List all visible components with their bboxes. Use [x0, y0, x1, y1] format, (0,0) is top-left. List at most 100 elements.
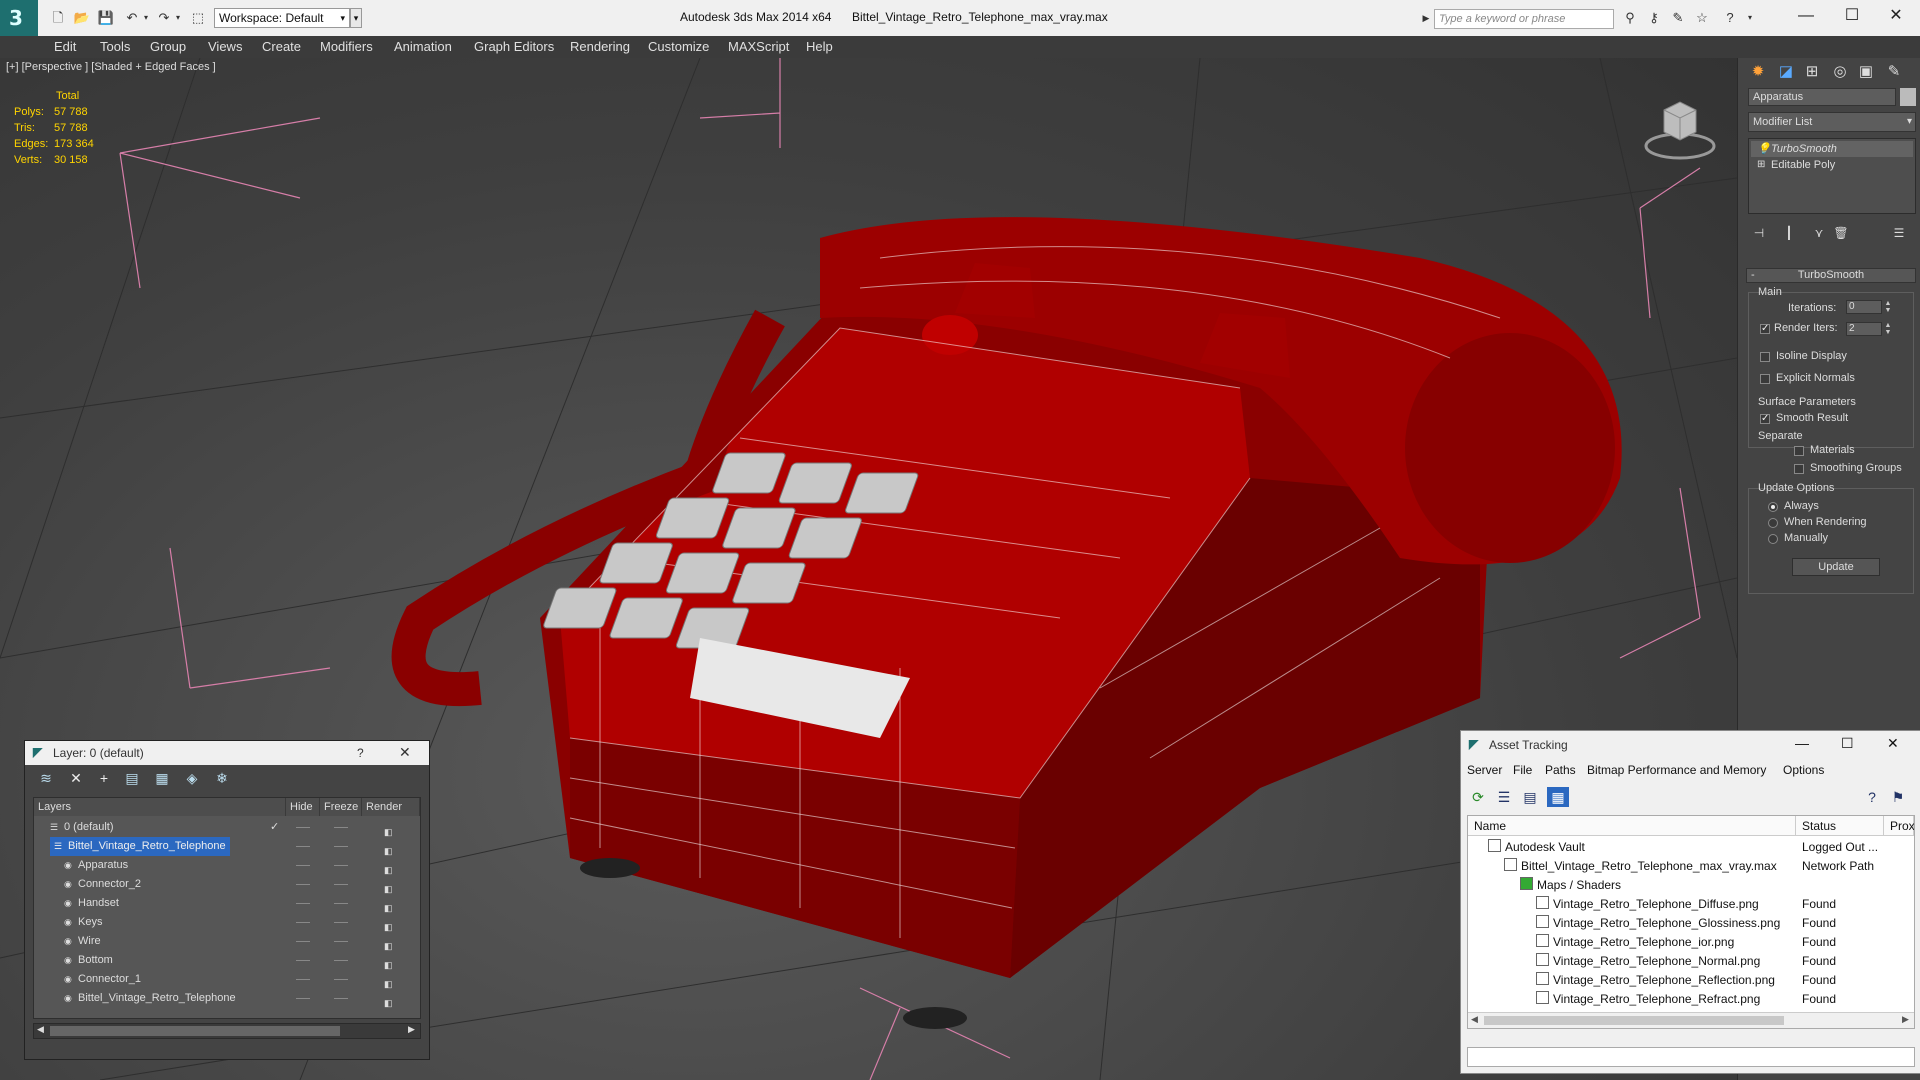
menu-group[interactable]: Group	[150, 39, 186, 54]
table-view-icon[interactable]: ▦	[1547, 787, 1569, 807]
new-file-icon[interactable]: 🗋	[48, 8, 68, 28]
layer-row[interactable]: ◉ Connector_2 ◧	[34, 875, 420, 894]
hide-toggle[interactable]	[296, 941, 310, 942]
freeze-toggle[interactable]	[334, 998, 348, 999]
menu-views[interactable]: Views	[208, 39, 242, 54]
asset-row[interactable]: Vintage_Retro_Telephone_ior.png Found	[1468, 933, 1914, 952]
minimize-button[interactable]: —	[1784, 4, 1828, 28]
app-logo-button[interactable]: 3	[0, 0, 38, 36]
make-unique-icon[interactable]: ⋎	[1808, 224, 1830, 242]
layer-window-titlebar[interactable]: ◤ Layer: 0 (default) ? ✕	[25, 741, 429, 765]
highlight-layer-icon[interactable]: ▦	[151, 768, 173, 788]
create-tab-icon[interactable]: ✹	[1746, 60, 1770, 84]
column-header-proxy[interactable]: Prox	[1884, 816, 1914, 836]
refresh-icon[interactable]: ⟳	[1467, 787, 1489, 807]
menu-animation[interactable]: Animation	[394, 39, 452, 54]
show-end-result-icon[interactable]: ┃	[1778, 224, 1800, 242]
pin-stack-icon[interactable]: ⊣	[1748, 224, 1770, 242]
motion-tab-icon[interactable]: ◎	[1828, 60, 1852, 84]
scroll-right-icon[interactable]: ▶	[1902, 1014, 1909, 1025]
stack-item-editable-poly[interactable]: ⊞ Editable Poly	[1751, 157, 1913, 173]
render-iters-checkbox[interactable]: ✓	[1760, 324, 1770, 334]
help-dropdown-icon[interactable]: ▾	[1740, 8, 1760, 28]
asset-row[interactable]: Vintage_Retro_Telephone_Refract.png Found	[1468, 990, 1914, 1009]
select-in-layer-icon[interactable]: ▤	[121, 768, 143, 788]
search-input[interactable]: Type a keyword or phrase	[1434, 9, 1614, 29]
asset-row[interactable]: Autodesk Vault Logged Out ...	[1468, 838, 1914, 857]
column-header-status[interactable]: Status	[1796, 816, 1884, 836]
layer-row[interactable]: ◉ Keys ◧	[34, 913, 420, 932]
hide-toggle[interactable]	[296, 846, 310, 847]
asset-menu-options[interactable]: Options	[1783, 763, 1824, 777]
stack-item-turbosmooth[interactable]: 💡 TurboSmooth	[1751, 141, 1913, 157]
menu-modifiers[interactable]: Modifiers	[320, 39, 373, 54]
maximize-button[interactable]: ☐	[1830, 4, 1874, 28]
asset-menu-file[interactable]: File	[1513, 763, 1532, 777]
minimize-button[interactable]: —	[1795, 735, 1809, 751]
spinner-arrows-icon[interactable]: ▲ ▼	[1884, 300, 1892, 314]
asset-horizontal-scrollbar[interactable]: ◀ ▶	[1468, 1012, 1914, 1028]
layer-row[interactable]: ◉ Bottom ◧	[34, 951, 420, 970]
menu-edit[interactable]: Edit	[54, 39, 76, 54]
close-button[interactable]: ✕	[1874, 4, 1918, 28]
hide-toggle[interactable]	[296, 979, 310, 980]
isoline-display-checkbox[interactable]	[1760, 352, 1770, 362]
freeze-toggle[interactable]	[334, 941, 348, 942]
layer-row[interactable]: ☰ Bittel_Vintage_Retro_Telephone ◧	[34, 837, 420, 856]
list-view-icon[interactable]: ☰	[1493, 787, 1515, 807]
menu-help[interactable]: Help	[806, 39, 833, 54]
utilities-tab-icon[interactable]: ✎	[1882, 60, 1906, 84]
hide-all-layers-icon[interactable]: ◈	[181, 768, 203, 788]
column-header-hide[interactable]: Hide	[286, 798, 320, 816]
column-header-name[interactable]: Name	[1468, 816, 1796, 836]
freeze-all-layers-icon[interactable]: ❄	[211, 768, 233, 788]
asset-menu-server[interactable]: Server	[1467, 763, 1502, 777]
smooth-result-checkbox[interactable]: ✓	[1760, 414, 1770, 424]
hide-toggle[interactable]	[296, 827, 310, 828]
layer-row[interactable]: ◉ Bittel_Vintage_Retro_Telephone ◧	[34, 989, 420, 1008]
layer-row[interactable]: ◉ Apparatus ◧	[34, 856, 420, 875]
remove-modifier-icon[interactable]: 🗑	[1830, 224, 1852, 242]
close-button[interactable]: ✕	[1887, 735, 1899, 752]
column-header-render[interactable]: Render	[362, 798, 420, 816]
help-icon[interactable]: ?	[1720, 8, 1740, 28]
open-file-icon[interactable]: 📂	[72, 8, 92, 28]
asset-row[interactable]: Vintage_Retro_Telephone_Diffuse.png Found	[1468, 895, 1914, 914]
hide-toggle[interactable]	[296, 903, 310, 904]
layer-row[interactable]: ◉ Wire ◧	[34, 932, 420, 951]
object-name-field[interactable]: Apparatus	[1748, 88, 1896, 106]
freeze-toggle[interactable]	[334, 903, 348, 904]
update-button[interactable]: Update	[1792, 558, 1880, 576]
menu-rendering[interactable]: Rendering	[570, 39, 630, 54]
asset-row[interactable]: Vintage_Retro_Telephone_Normal.png Found	[1468, 952, 1914, 971]
always-radio[interactable]	[1768, 502, 1778, 512]
layer-row[interactable]: ◉ Connector_1 ◧	[34, 970, 420, 989]
configure-modifier-sets-icon[interactable]: ☰	[1888, 224, 1910, 242]
menu-customize[interactable]: Customize	[648, 39, 709, 54]
hide-toggle[interactable]	[296, 865, 310, 866]
expand-arrow-icon[interactable]: ▶	[1416, 8, 1436, 28]
layer-horizontal-scrollbar[interactable]: ◀ ▶	[33, 1023, 421, 1039]
menu-maxscript[interactable]: MAXScript	[728, 39, 789, 54]
menu-graph-editors[interactable]: Graph Editors	[474, 39, 554, 54]
display-tab-icon[interactable]: ▣	[1854, 60, 1878, 84]
scrollbar-thumb[interactable]	[1484, 1016, 1784, 1025]
materials-checkbox[interactable]	[1794, 446, 1804, 456]
communication-center-icon[interactable]: ✎	[1668, 8, 1688, 28]
render-iters-spinner[interactable]: 2	[1846, 322, 1882, 336]
layer-row[interactable]: ☰ 0 (default) ✓ ◧	[34, 818, 420, 837]
help-icon[interactable]: ?	[1861, 787, 1883, 807]
binoculars-icon[interactable]: ⚲	[1620, 8, 1640, 28]
asset-menu-paths[interactable]: Paths	[1545, 763, 1576, 777]
object-color-swatch[interactable]	[1900, 88, 1916, 106]
freeze-toggle[interactable]	[334, 846, 348, 847]
modify-tab-icon[interactable]: ◪	[1774, 60, 1798, 84]
delete-layer-icon[interactable]: ✕	[65, 768, 87, 788]
undo-dropdown-icon[interactable]: ▾	[136, 8, 156, 28]
scroll-left-icon[interactable]: ◀	[1471, 1014, 1478, 1025]
freeze-toggle[interactable]	[334, 922, 348, 923]
favorites-star-icon[interactable]: ☆	[1692, 8, 1712, 28]
freeze-toggle[interactable]	[334, 865, 348, 866]
close-icon[interactable]: ✕	[399, 744, 411, 761]
smoothing-groups-checkbox[interactable]	[1794, 464, 1804, 474]
